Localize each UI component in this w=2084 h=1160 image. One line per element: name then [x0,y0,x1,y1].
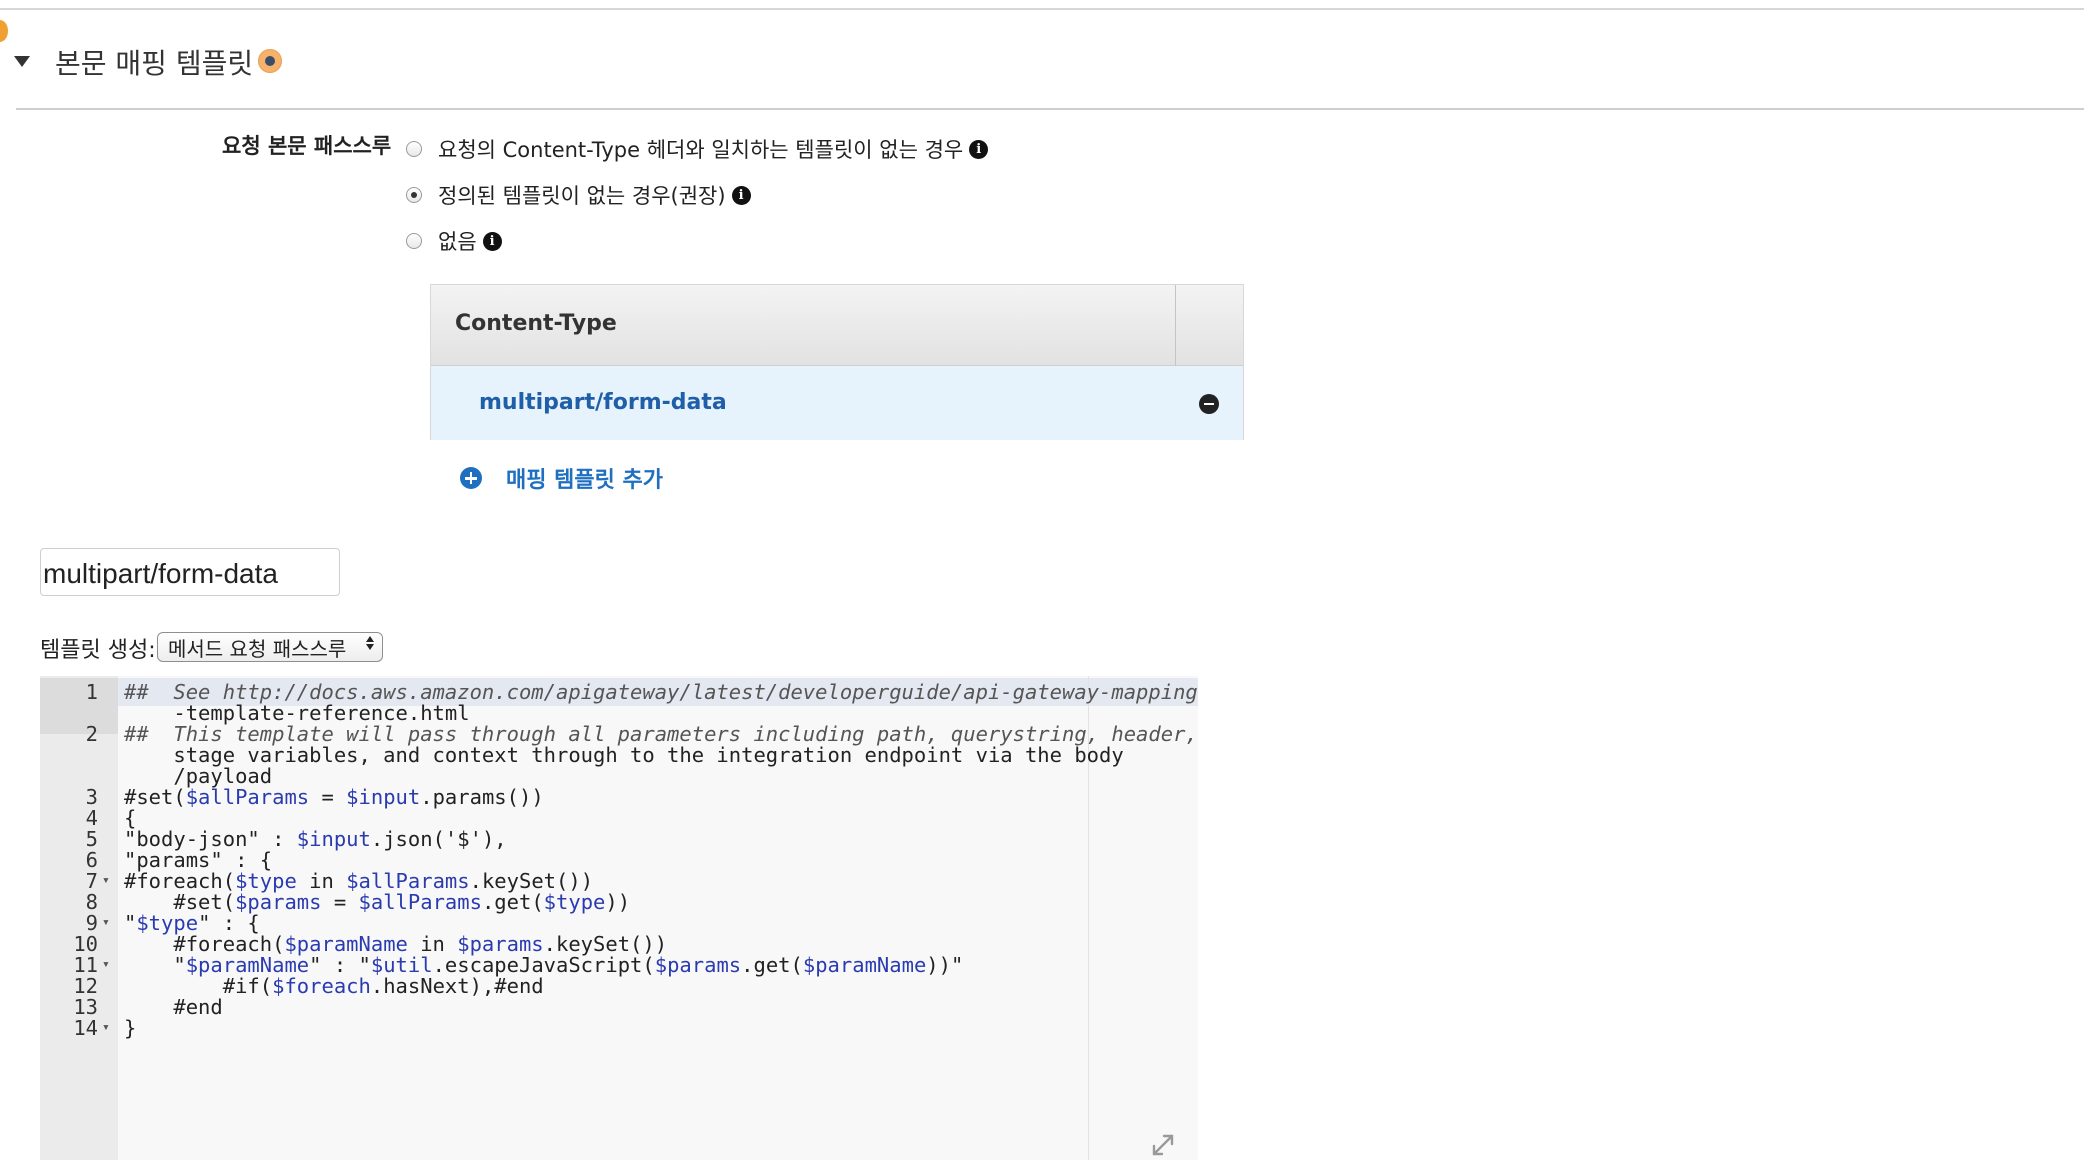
passthrough-option-never[interactable]: 없음 i [406,224,502,258]
code-text: } [124,1016,137,1040]
table-row[interactable]: multipart/form-data [431,366,1243,440]
radio-button[interactable] [406,233,422,249]
line-number: 1 [85,680,98,704]
line-number: 2 [85,722,98,746]
info-icon[interactable]: i [482,231,502,251]
content-type-header: Content-Type [455,311,617,336]
select-arrows-icon [366,636,374,650]
header-separator [1175,285,1176,365]
generate-template-select[interactable]: 메서드 요청 패스스루 [157,632,383,662]
content-type-table: Content-Type multipart/form-data [430,284,1244,440]
orange-marker-icon [0,20,8,42]
code-text: #set($allParams = $input.params()) [124,785,544,809]
plus-icon[interactable] [460,467,482,489]
fold-arrow-icon[interactable]: ▾ [102,867,110,895]
add-mapping-template-label[interactable]: 매핑 템플릿 추가 [506,462,663,494]
passthrough-label: 요청 본문 패스스루 [222,134,392,158]
status-indicator-icon [258,49,282,73]
top-divider [0,8,2084,10]
table-header: Content-Type [431,285,1243,366]
radio-button-checked[interactable] [406,187,422,203]
content-type-value[interactable]: multipart/form-data [479,390,727,415]
select-value: 메서드 요청 패스스루 [168,636,347,661]
code-editor[interactable]: 1 ## See http://docs.aws.amazon.com/apiga… [40,676,1198,1160]
radio-label: 요청의 Content-Type 헤더와 일치하는 템플릿이 없는 경우 [438,138,964,162]
radio-label: 정의된 템플릿이 없는 경우(권장) [438,184,726,208]
info-icon[interactable]: i [731,185,751,205]
add-mapping-template-button[interactable]: 매핑 템플릿 추가 [460,462,663,494]
radio-label: 없음 [438,230,477,254]
section-title[interactable]: 본문 매핑 템플릿 [55,44,253,84]
code-text: stage variables, and context through to … [124,743,1124,767]
passthrough-option-when-no-templates[interactable]: 정의된 템플릿이 없는 경우(권장) i [406,178,751,212]
code-text: #end [124,995,223,1019]
expand-editor-icon[interactable] [1150,1132,1176,1158]
collapse-caret-icon[interactable] [14,56,30,67]
generate-template-label: 템플릿 생성: [40,638,156,663]
template-name-input[interactable] [40,548,340,596]
remove-icon[interactable] [1199,394,1219,414]
info-icon[interactable]: i [969,139,989,159]
fold-arrow-icon[interactable]: ▾ [102,951,110,979]
radio-button[interactable] [406,141,422,157]
fold-arrow-icon[interactable]: ▾ [102,1014,110,1042]
line-number: 14 [73,1016,98,1040]
fold-arrow-icon[interactable]: ▾ [102,909,110,937]
section-divider [16,108,2084,110]
passthrough-option-when-no-match[interactable]: 요청의 Content-Type 헤더와 일치하는 템플릿이 없는 경우 i [406,132,989,166]
